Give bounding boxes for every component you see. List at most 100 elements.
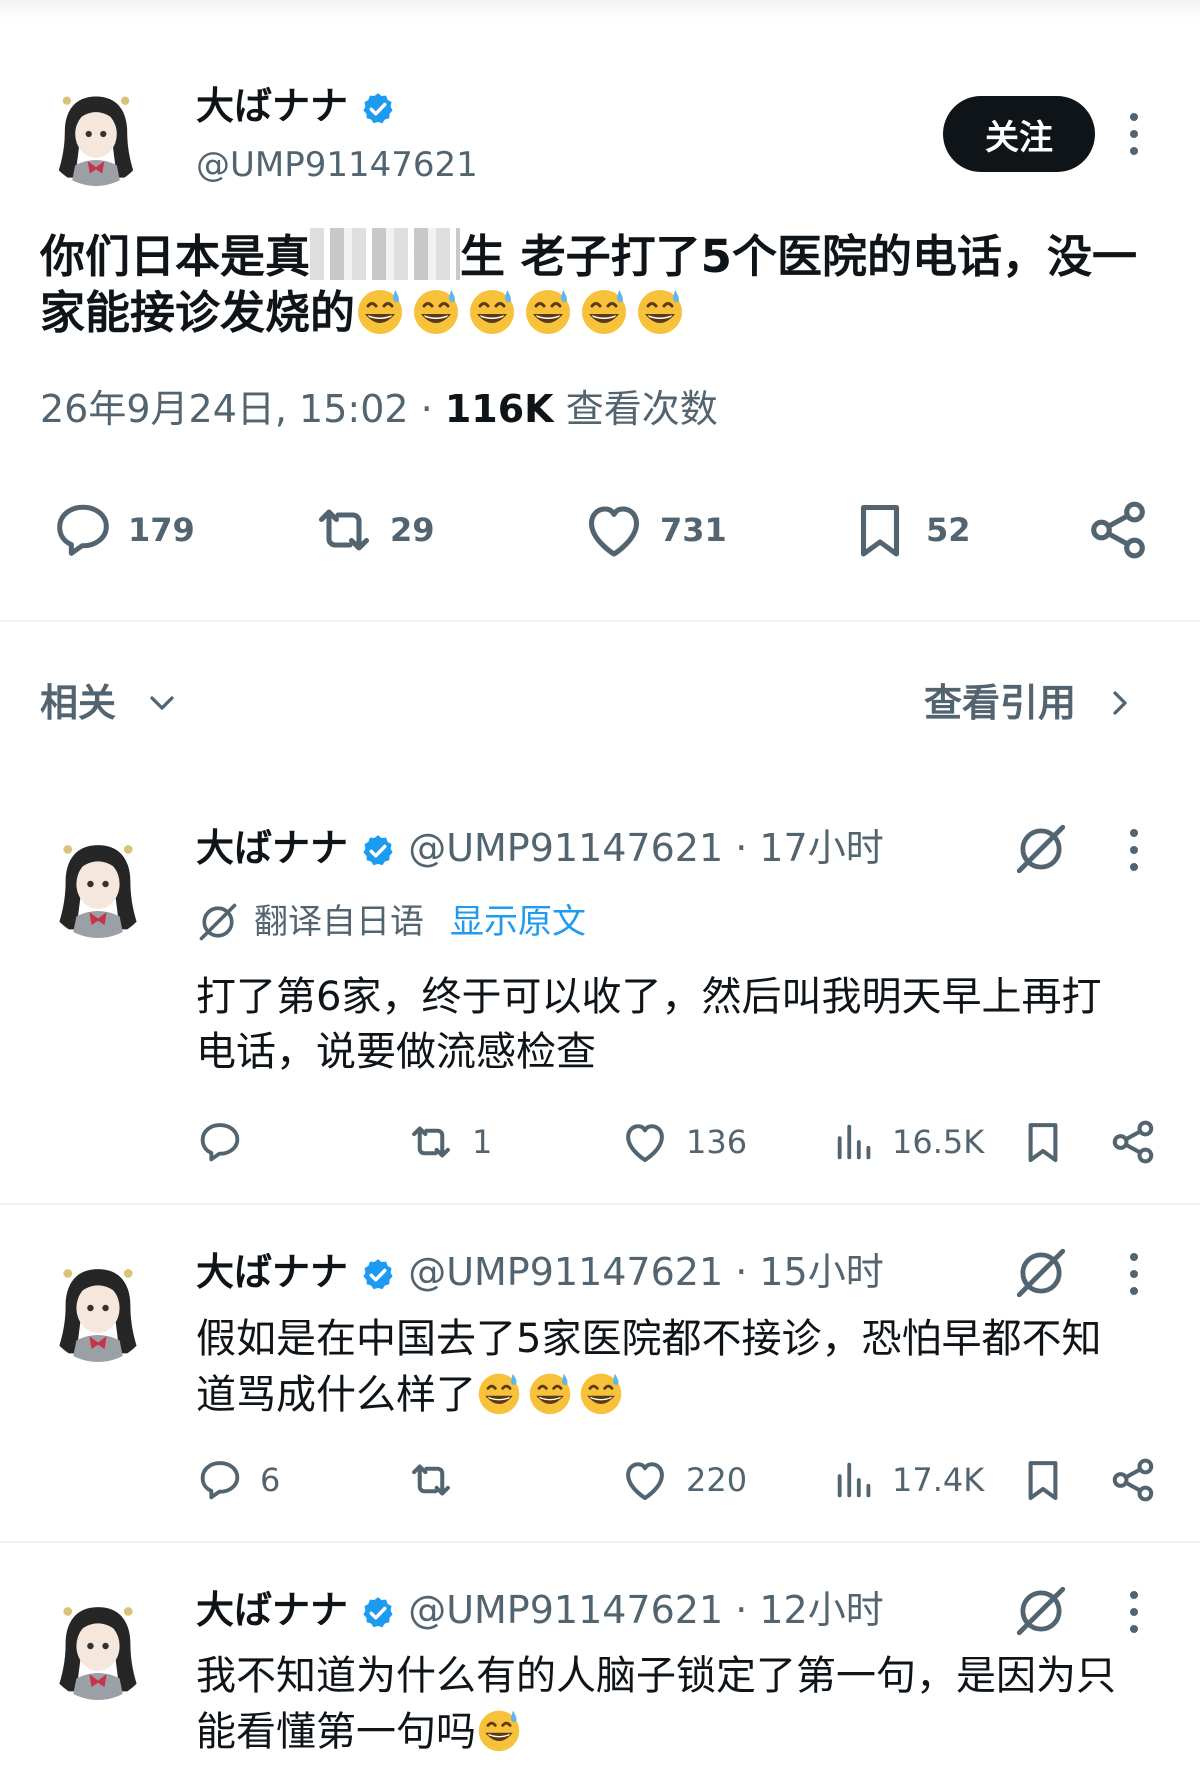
reply-avatar[interactable] [44,1254,152,1362]
reply-text-line2: 道骂成什么样了 [196,1372,476,1418]
reply-count: 6 [260,1461,281,1499]
like-count: 220 [686,1461,748,1499]
sweat-smile-emoji [635,286,685,336]
bookmark-button[interactable] [1016,1114,1070,1170]
verified-badge-icon [360,1257,396,1293]
reply-button[interactable]: 179 [48,490,195,570]
timestamp-row: 26年9月24日, 15:02 · 116K 查看次数 [40,384,718,434]
reply-icon [57,504,109,556]
follow-button[interactable]: 关注 [943,96,1095,172]
share-button[interactable] [1082,490,1154,570]
repost-count: 1 [472,1123,493,1161]
divider [0,1541,1200,1543]
avatar[interactable] [44,82,148,186]
verified-badge-icon [360,833,396,869]
translation-row: 翻译自日语 显示原文 [196,900,586,944]
chevron-right-icon [1113,691,1127,715]
like-count: 731 [660,511,727,549]
share-button[interactable] [1106,1452,1160,1508]
reply-text-line2-row: 能看懂第一句吗 [196,1704,1166,1760]
reply-author-name[interactable]: 大ばナナ [196,826,348,870]
grok-icon[interactable] [1012,820,1070,878]
repost-button[interactable] [404,1452,472,1508]
sweat-smile-emoji [476,1370,522,1416]
bookmark-icon [1028,1461,1058,1501]
repost-count: 29 [390,511,435,549]
like-icon [588,506,640,557]
emoji-group [476,1372,629,1418]
emoji-group [476,1709,527,1755]
repost-icon [318,509,370,551]
sweat-smile-emoji [476,1707,522,1753]
post-text-line2-text: 家能接诊发烧的 [40,286,356,339]
reply-text-line1: 我不知道为什么有的人脑子锁定了第一句，是因为只 [196,1653,1116,1699]
reply-count: 179 [128,511,195,549]
repost-button[interactable]: 1 [404,1114,492,1170]
reply-actions: 1 136 16.5K [0,1114,1200,1170]
reply-button[interactable]: 6 [194,1452,280,1508]
reply-handle-time[interactable]: @UMP91147621 · 17小时 [408,826,884,870]
reply-author-name[interactable]: 大ばナナ [196,1250,348,1294]
bookmark-count: 52 [926,511,971,549]
reply-text-line2: 能看懂第一句吗 [196,1709,476,1755]
repost-icon [412,1464,450,1496]
translated-from: 翻译自日语 [254,902,424,942]
reply-author-name[interactable]: 大ばナナ [196,1588,348,1632]
reply-handle-time[interactable]: @UMP91147621 · 12小时 [408,1588,884,1632]
repost-button[interactable]: 29 [308,490,435,570]
view-quotes-link[interactable]: 查看引用 [924,678,1140,728]
verified-badge-icon [360,91,396,127]
reply-avatar[interactable] [44,830,152,938]
chevron-down-icon [150,696,174,710]
divider [0,1203,1200,1205]
author-handle[interactable]: @UMP91147621 [196,143,478,187]
emoji-group [355,286,691,339]
kebab-icon[interactable] [1129,829,1139,880]
views-count: 17.4K [892,1461,985,1499]
post-timestamp[interactable]: 26年9月24日, 15:02 [40,387,409,431]
reply-button[interactable] [194,1114,260,1170]
reply-icon [200,1461,240,1500]
views-count: 16.5K [892,1123,985,1161]
sweat-smile-emoji [411,286,461,336]
kebab-icon[interactable] [1129,1253,1139,1304]
reply-actions: 6 220 17.4K [0,1452,1200,1508]
verified-badge-icon [360,1595,396,1631]
grok-icon[interactable] [1012,1244,1070,1302]
bookmark-button[interactable] [1016,1452,1070,1508]
share-icon [1091,501,1145,559]
share-icon [1112,1458,1154,1502]
share-button[interactable] [1106,1114,1160,1170]
grok-icon[interactable] [1012,1582,1070,1640]
related-dropdown[interactable]: 相关 [40,678,182,728]
like-button[interactable]: 220 [618,1452,747,1508]
grok-icon [199,903,237,941]
reply-avatar[interactable] [44,1592,152,1700]
reply-text-line2-row: 道骂成什么样了 [196,1367,1166,1423]
views-button[interactable]: 17.4K [832,1452,984,1508]
post-text-part2: 生 老子打了5个医院的电话，没一 [460,230,1137,283]
show-original-link[interactable]: 显示原文 [450,900,586,944]
kebab-icon[interactable] [1129,113,1139,164]
reply-header: 大ばナナ @UMP91147621 · 17小时 [196,823,884,873]
repost-icon [412,1126,450,1158]
reply-text-line1: 假如是在中国去了5家医院都不接诊，恐怕早都不知 [196,1316,1102,1362]
reply-handle-time[interactable]: @UMP91147621 · 15小时 [408,1250,884,1294]
bookmark-button[interactable]: 52 [844,490,971,570]
like-button[interactable]: 136 [618,1114,747,1170]
views-icon [837,1124,871,1160]
reply-text-line2: 电话，说要做流感检查 [196,1029,596,1075]
sweat-smile-emoji [355,286,405,336]
sweat-smile-emoji [527,1370,573,1416]
view-quotes-label: 查看引用 [924,681,1077,725]
divider [0,620,1200,622]
author-name[interactable]: 大ばナナ [196,84,348,128]
like-icon [626,1462,664,1501]
like-button[interactable]: 731 [578,490,727,570]
bookmark-icon [860,504,900,557]
separator-dot: · [420,387,433,431]
kebab-icon[interactable] [1129,1591,1139,1642]
reply-text: 我不知道为什么有的人脑子锁定了第一句，是因为只 能看懂第一句吗 [196,1648,1166,1760]
views-button[interactable]: 16.5K [832,1114,984,1170]
sweat-smile-emoji [523,286,573,336]
